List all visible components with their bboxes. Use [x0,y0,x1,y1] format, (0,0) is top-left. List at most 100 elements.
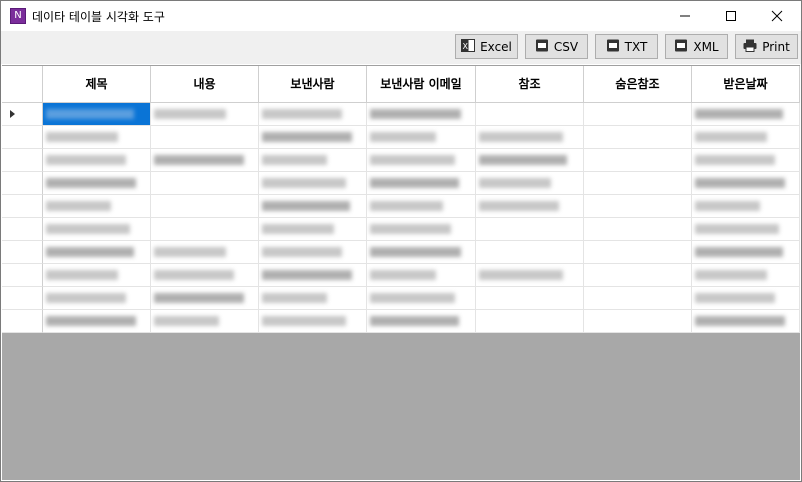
table-cell[interactable] [476,310,584,333]
table-cell[interactable] [259,218,367,241]
row-header[interactable] [2,172,43,195]
table-cell[interactable] [259,103,367,126]
table-cell[interactable] [476,172,584,195]
row-header[interactable] [2,287,43,310]
table-cell[interactable] [367,287,476,310]
table-cell[interactable] [692,241,800,264]
export-xml-button[interactable]: XML [665,34,728,59]
export-csv-button[interactable]: CSV [525,34,588,59]
table-cell[interactable] [151,126,259,149]
table-cell[interactable] [367,149,476,172]
table-cell[interactable] [259,310,367,333]
table-cell[interactable] [151,310,259,333]
column-header-subject[interactable]: 제목 [43,66,151,103]
table-cell[interactable] [692,218,800,241]
table-cell[interactable] [584,264,692,287]
table-cell[interactable] [692,310,800,333]
column-header-sender[interactable]: 보낸사람 [259,66,367,103]
row-header[interactable] [2,103,43,126]
table-cell[interactable] [259,241,367,264]
table-cell[interactable] [692,172,800,195]
minimize-button[interactable] [662,1,708,31]
row-header[interactable] [2,126,43,149]
close-button[interactable] [754,1,800,31]
table-cell[interactable] [43,172,151,195]
table-cell[interactable] [692,103,800,126]
table-cell[interactable] [259,287,367,310]
table-cell[interactable] [151,195,259,218]
table-cell[interactable] [692,195,800,218]
table-cell[interactable] [151,172,259,195]
table-cell[interactable] [259,149,367,172]
table-cell[interactable] [584,310,692,333]
row-header[interactable] [2,218,43,241]
table-cell[interactable] [584,103,692,126]
table-cell[interactable] [584,241,692,264]
table-cell[interactable] [151,264,259,287]
column-header-content[interactable]: 내용 [151,66,259,103]
row-header[interactable] [2,310,43,333]
table-cell[interactable] [43,264,151,287]
table-cell[interactable] [692,126,800,149]
maximize-button[interactable] [708,1,754,31]
table-cell[interactable] [259,264,367,287]
table-cell[interactable] [476,126,584,149]
table-cell[interactable] [151,241,259,264]
table-cell[interactable] [476,264,584,287]
table-cell[interactable] [584,218,692,241]
row-header[interactable] [2,264,43,287]
table-cell[interactable] [43,126,151,149]
table-cell[interactable] [43,103,151,126]
table-cell[interactable] [367,310,476,333]
table-cell[interactable] [367,241,476,264]
table-cell[interactable] [476,218,584,241]
table-cell[interactable] [476,149,584,172]
grid-corner-header[interactable] [2,66,43,103]
table-cell[interactable] [367,126,476,149]
row-header[interactable] [2,241,43,264]
table-cell[interactable] [43,287,151,310]
table-cell[interactable] [584,172,692,195]
row-header[interactable] [2,149,43,172]
table-cell[interactable] [151,287,259,310]
table-cell[interactable] [43,310,151,333]
table-cell[interactable] [584,149,692,172]
table-cell[interactable] [259,195,367,218]
column-header-sender-email[interactable]: 보낸사람 이메일 [367,66,476,103]
table-cell[interactable] [692,149,800,172]
row-header[interactable] [2,195,43,218]
table-cell[interactable] [584,287,692,310]
table-cell[interactable] [151,149,259,172]
table-cell[interactable] [151,103,259,126]
table-cell[interactable] [43,195,151,218]
table-cell[interactable] [259,126,367,149]
column-header-received-date[interactable]: 받은날짜 [692,66,800,103]
column-header-cc[interactable]: 참조 [476,66,584,103]
table-cell[interactable] [259,172,367,195]
table-cell[interactable] [151,218,259,241]
table-cell[interactable] [43,149,151,172]
table-cell[interactable] [43,218,151,241]
table-cell[interactable] [43,241,151,264]
table-cell[interactable] [476,287,584,310]
table-cell[interactable] [367,264,476,287]
grid-empty-area [2,333,800,480]
table-cell[interactable] [367,218,476,241]
redacted-cell-text [370,270,436,280]
table-cell[interactable] [692,287,800,310]
table-cell[interactable] [476,195,584,218]
txt-label: TXT [624,39,648,54]
table-cell[interactable] [476,103,584,126]
table-cell[interactable] [476,241,584,264]
table-cell[interactable] [367,172,476,195]
table-cell[interactable] [584,195,692,218]
export-excel-button[interactable]: X Excel [455,34,518,59]
data-grid[interactable]: 제목 내용 보낸사람 보낸사람 이메일 참조 숨은참조 받은날짜 [2,65,800,333]
column-header-bcc[interactable]: 숨은참조 [584,66,692,103]
export-txt-button[interactable]: TXT [595,34,658,59]
table-cell[interactable] [692,264,800,287]
table-cell[interactable] [367,195,476,218]
print-button[interactable]: Print [735,34,798,59]
table-cell[interactable] [367,103,476,126]
table-cell[interactable] [584,126,692,149]
